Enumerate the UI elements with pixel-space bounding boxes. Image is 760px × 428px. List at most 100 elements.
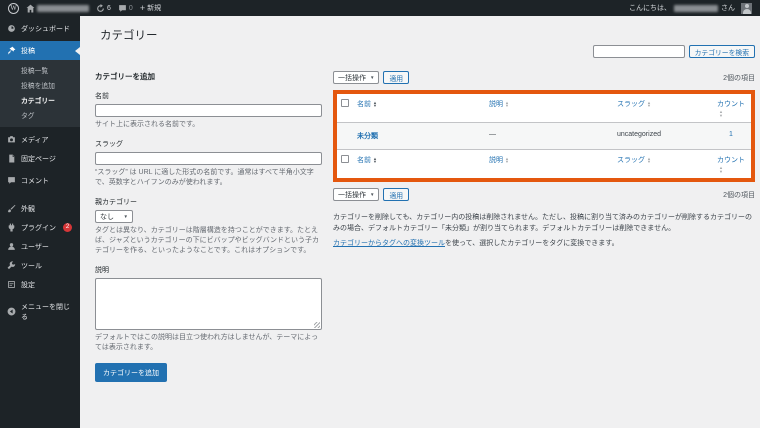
sidebar-item-pages[interactable]: 固定ページ: [0, 149, 80, 168]
add-category-button[interactable]: カテゴリーを追加: [95, 363, 167, 382]
page-title: カテゴリー: [100, 30, 158, 42]
sort-arrows-icon: ▲ ▼: [373, 99, 377, 109]
sidebar-label: メディア: [21, 136, 49, 144]
plug-icon: [7, 223, 16, 232]
dashboard-icon: [7, 24, 16, 33]
plus-icon: +: [139, 2, 146, 13]
category-row-uncategorized: 未分類 — uncategorized 1: [337, 122, 751, 150]
converter-note-rest: を使って、選択したカテゴリーをタグに変換できます。: [445, 240, 619, 248]
submenu-item-tags[interactable]: タグ: [0, 107, 80, 122]
sidebar-label: 外観: [21, 205, 35, 213]
admin-bar: W 6 0 + 新規 こんにちは、 さん: [0, 0, 760, 16]
collapse-arrow-icon: [7, 307, 16, 316]
sidebar-item-posts[interactable]: 投稿: [0, 41, 80, 60]
updates-indicator[interactable]: 6: [96, 3, 111, 13]
bulk-actions-bottom: 一括操作 ▼ 適用 2個の項目: [333, 187, 755, 202]
apply-button-bottom[interactable]: 適用: [383, 188, 410, 202]
sidebar-item-users[interactable]: ユーザー: [0, 237, 80, 256]
sidebar-label: 固定ページ: [21, 155, 56, 163]
sidebar-item-settings[interactable]: 設定: [0, 275, 80, 294]
posts-submenu: 投稿一覧 投稿を追加 カテゴリー タグ: [0, 60, 80, 127]
category-name-link[interactable]: 未分類: [357, 133, 378, 140]
resize-grip[interactable]: [314, 322, 320, 328]
comments-indicator[interactable]: 0: [118, 4, 133, 13]
search-area: カテゴリーを検索: [592, 45, 755, 58]
name-label: 名前: [95, 93, 109, 100]
sidebar-item-tools[interactable]: ツール: [0, 256, 80, 275]
brush-icon: [7, 204, 16, 213]
submenu-item-add-post[interactable]: 投稿を追加: [0, 77, 80, 92]
chevron-down-icon: ▼: [370, 192, 375, 198]
submenu-item-categories[interactable]: カテゴリー: [0, 92, 80, 107]
items-count-top: 2個の項目: [723, 74, 755, 82]
collapse-label: メニューを閉じる: [21, 303, 70, 321]
sort-arrows-icon: ▲ ▼: [505, 99, 509, 109]
parent-category-label: 親カテゴリー: [95, 199, 137, 206]
site-menu[interactable]: [26, 4, 89, 13]
comment-icon: [118, 4, 127, 13]
search-input[interactable]: [592, 45, 685, 58]
site-name-redacted[interactable]: [37, 4, 89, 12]
sidebar-label: ユーザー: [21, 243, 49, 251]
sidebar-item-dashboard[interactable]: ダッシュボード: [0, 19, 80, 38]
wrench-icon: [7, 261, 16, 270]
sort-by-count[interactable]: カウント ▲ ▼: [717, 101, 747, 117]
sidebar-collapse-menu[interactable]: メニューを閉じる: [0, 297, 80, 326]
settings-icon: [7, 280, 16, 289]
chevron-down-icon: ▼: [123, 214, 128, 219]
comments-count: 0: [128, 4, 133, 12]
sidebar-label: コメント: [21, 177, 49, 185]
sort-by-description[interactable]: 説明 ▲ ▼: [489, 156, 509, 165]
name-field[interactable]: [95, 104, 322, 117]
description-header-label: 説明: [489, 157, 503, 165]
parent-category-select[interactable]: なし ▼: [95, 210, 133, 223]
sidebar-item-plugins[interactable]: プラグイン 2: [0, 218, 80, 237]
sort-by-count[interactable]: カウント ▲ ▼: [717, 157, 747, 173]
description-help: デフォルトではこの説明は目立つ使われ方はしませんが、テーマによっては表示されます…: [95, 334, 319, 351]
table-footer-row: 名前 ▲ ▼ 説明 ▲ ▼ スラッグ ▲ ▼ カウント ▲ ▼: [337, 149, 751, 179]
search-categories-button[interactable]: カテゴリーを検索: [688, 45, 755, 58]
bulk-action-select-top[interactable]: 一括操作 ▼: [333, 71, 380, 84]
category-to-tag-converter-link[interactable]: カテゴリーからタグへの変換ツール: [333, 240, 445, 247]
converter-note: カテゴリーからタグへの変換ツールを使って、選択したカテゴリーをタグに変換できます…: [333, 238, 755, 249]
categories-table: 名前 ▲ ▼ 説明 ▲ ▼ スラッグ ▲ ▼ カウント ▲ ▼ 未分類 — uncategori…: [337, 94, 751, 179]
sort-by-slug[interactable]: スラッグ ▲ ▼: [617, 155, 651, 165]
home-icon: [26, 4, 35, 13]
sort-by-slug[interactable]: スラッグ ▲ ▼: [617, 100, 651, 108]
chevron-down-icon: ▼: [370, 75, 375, 80]
description-field[interactable]: [95, 278, 322, 330]
sidebar-item-media[interactable]: メディア: [0, 130, 80, 149]
plugins-update-badge: 2: [63, 223, 72, 232]
sidebar-label: ダッシュボード: [21, 25, 70, 33]
sort-by-name[interactable]: 名前 ▲ ▼: [357, 99, 377, 109]
admin-sidebar: ダッシュボード 投稿 投稿一覧 投稿を追加 カテゴリー タグ メディア 固定ペー…: [0, 16, 80, 428]
sort-by-description[interactable]: 説明 ▲ ▼: [489, 99, 509, 109]
delete-note: カテゴリーを削除しても、カテゴリー内の投稿は削除されません。ただし、投稿に割り当…: [333, 214, 753, 233]
sort-arrows-icon: ▲ ▼: [719, 165, 723, 174]
sidebar-label: プラグイン: [21, 224, 56, 232]
select-all-checkbox-bottom[interactable]: [341, 155, 349, 164]
sidebar-item-appearance[interactable]: 外観: [0, 199, 80, 218]
select-all-checkbox-top[interactable]: [341, 99, 349, 107]
category-count-link[interactable]: 1: [717, 131, 733, 138]
admin-bar-account[interactable]: こんにちは、 さん: [629, 2, 752, 14]
sidebar-label: 設定: [21, 281, 35, 289]
username-redacted: [674, 4, 718, 12]
sort-by-name[interactable]: 名前 ▲ ▼: [357, 156, 377, 164]
bulk-actions-top: 一括操作 ▼ 適用 2個の項目: [333, 70, 755, 85]
slug-help: “スラッグ” は URL に適した形式の名前です。通常はすべて半角小文字で、英数…: [95, 169, 314, 186]
count-header-label: カウント: [717, 157, 745, 165]
sidebar-item-comments[interactable]: コメント: [0, 171, 80, 190]
sort-arrows-icon: ▲ ▼: [647, 155, 651, 165]
slug-field[interactable]: [95, 152, 322, 165]
wordpress-logo-icon[interactable]: W: [8, 2, 19, 14]
apply-button-top[interactable]: 適用: [383, 71, 410, 84]
sidebar-label: ツール: [21, 262, 42, 270]
bulk-action-select-bottom[interactable]: 一括操作 ▼: [333, 188, 380, 202]
submenu-item-all-posts[interactable]: 投稿一覧: [0, 62, 80, 77]
admin-bar-left: W 6 0 + 新規: [8, 2, 629, 14]
category-slug: uncategorized: [613, 122, 713, 150]
sort-arrows-icon: ▲ ▼: [719, 109, 723, 118]
categories-table-highlight: 名前 ▲ ▼ 説明 ▲ ▼ スラッグ ▲ ▼ カウント ▲ ▼ 未分類 — uncategori…: [333, 90, 755, 183]
new-content-menu[interactable]: + 新規: [140, 3, 161, 13]
